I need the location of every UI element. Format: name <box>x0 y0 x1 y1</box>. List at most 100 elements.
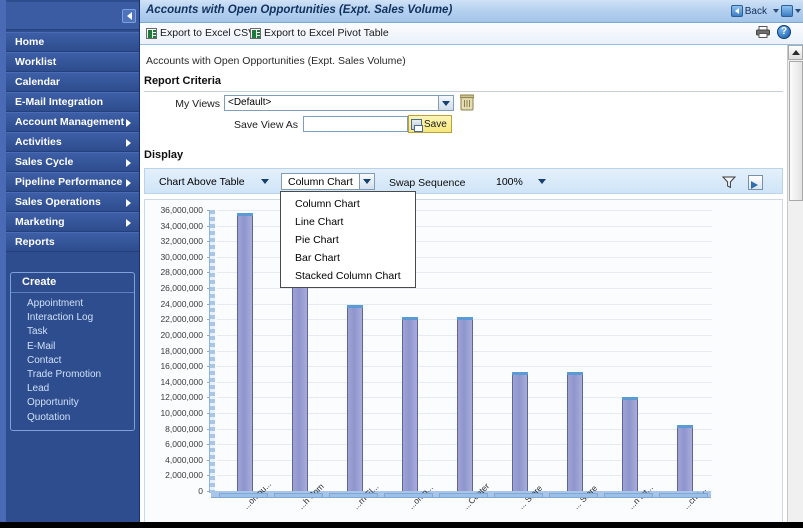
scrollbar-thumb[interactable] <box>789 61 803 201</box>
title-bar: Accounts with Open Opportunities (Expt. … <box>140 0 803 23</box>
chart-layout-value: Chart Above Table <box>159 175 245 188</box>
menu-item-bar-chart[interactable]: Bar Chart <box>281 249 415 267</box>
content-area: Accounts with Open Opportunities (Expt. … <box>140 0 803 528</box>
my-views-label: My Views <box>175 98 220 110</box>
y-axis-tick-label: 8,000,000 <box>165 423 203 434</box>
save-button[interactable]: Save <box>408 115 452 133</box>
help-icon[interactable]: ? <box>777 25 791 39</box>
back-button[interactable]: Back <box>727 3 771 20</box>
create-panel: Create Appointment Interaction Log Task E-M… <box>10 272 135 431</box>
sidebar-item-calendar[interactable]: Calendar <box>6 72 139 92</box>
nav-list: Home Worklist Calendar E-Mail Integration Ac… <box>0 32 139 252</box>
chart-bar[interactable] <box>621 396 638 491</box>
create-link-quotation[interactable]: Quotation <box>11 411 134 425</box>
image-export-icon[interactable] <box>748 175 763 190</box>
sidebar-item-worklist[interactable]: Worklist <box>6 52 139 72</box>
chevron-down-icon[interactable] <box>257 174 273 189</box>
chart-bar-cap <box>346 304 363 308</box>
chart-bar-cap <box>401 317 418 321</box>
back-history-dropdown-icon[interactable] <box>773 9 779 13</box>
window-menu-icon[interactable] <box>781 5 793 17</box>
create-link-contact[interactable]: Contact <box>11 354 134 368</box>
create-link-trade-promotion[interactable]: Trade Promotion <box>11 368 134 382</box>
x-axis-category-band <box>384 493 433 498</box>
swap-sequence-button[interactable]: Swap Sequence <box>389 177 465 189</box>
chart-bar[interactable] <box>566 371 583 491</box>
sidebar-item-account-management[interactable]: Account Management <box>6 112 139 132</box>
chart-bar[interactable] <box>456 317 473 491</box>
create-links: Appointment Interaction Log Task E-Mail Cont… <box>11 293 134 425</box>
y-axis-tick-label: 22,000,000 <box>160 314 203 325</box>
chart-bar-cap <box>621 396 638 400</box>
y-axis-tick-label: 20,000,000 <box>160 329 203 340</box>
chart-bar[interactable] <box>236 212 253 491</box>
save-button-label: Save <box>424 118 447 130</box>
excel-icon <box>250 27 261 39</box>
menu-item-column-chart[interactable]: Column Chart <box>281 195 415 213</box>
sidebar-item-marketing[interactable]: Marketing <box>6 212 139 232</box>
chevron-right-icon <box>126 219 131 227</box>
sidebar-item-pipeline-performance[interactable]: Pipeline Performance <box>6 172 139 192</box>
sidebar-header <box>6 2 139 30</box>
window-menu-dropdown-icon[interactable] <box>795 9 801 13</box>
trash-icon[interactable] <box>460 94 474 111</box>
chart-bar[interactable] <box>346 304 363 491</box>
scroll-up-icon[interactable] <box>788 45 803 60</box>
x-axis-category-band <box>219 493 268 498</box>
y-axis-tick-label: 6,000,000 <box>165 439 203 450</box>
chart-bar[interactable] <box>511 371 528 491</box>
chart-bar-cap <box>566 371 583 375</box>
sidebar-item-label: Sales Cycle <box>15 156 74 168</box>
create-link-appointment[interactable]: Appointment <box>11 297 134 311</box>
chart-bar[interactable] <box>291 273 308 491</box>
chevron-right-icon <box>126 119 131 127</box>
window-bottom-edge <box>0 522 803 528</box>
chevron-down-icon[interactable] <box>358 174 374 189</box>
create-link-lead[interactable]: Lead <box>11 382 134 396</box>
y-axis-tick-label: 28,000,000 <box>160 267 203 278</box>
chevron-down-icon[interactable] <box>438 96 453 110</box>
funnel-icon[interactable] <box>722 175 736 189</box>
chart-type-value: Column Chart <box>288 175 353 188</box>
sidebar-item-label: Reports <box>15 236 55 248</box>
export-to-excel-csv-button[interactable]: Export to Excel CSV <box>146 27 255 39</box>
sidebar-item-sales-operations[interactable]: Sales Operations <box>6 192 139 212</box>
sidebar-item-home[interactable]: Home <box>6 32 139 52</box>
window-controls: Back <box>727 2 801 20</box>
printer-icon[interactable] <box>756 26 770 38</box>
vertical-scrollbar[interactable] <box>787 45 803 528</box>
create-link-interaction-log[interactable]: Interaction Log <box>11 311 134 325</box>
save-view-as-input[interactable] <box>303 116 408 132</box>
export-to-excel-pivot-button[interactable]: Export to Excel Pivot Table <box>250 27 389 39</box>
disk-icon <box>411 118 423 132</box>
chart-layout-select[interactable]: Chart Above Table <box>153 173 273 190</box>
create-link-e-mail[interactable]: E-Mail <box>11 340 134 354</box>
my-views-select[interactable]: <Default> <box>224 95 454 111</box>
menu-item-line-chart[interactable]: Line Chart <box>281 213 415 231</box>
sidebar-item-reports[interactable]: Reports <box>6 232 139 252</box>
y-axis-tick-label: 24,000,000 <box>160 298 203 309</box>
my-views-value: <Default> <box>228 97 272 108</box>
chart-bar-cap <box>236 212 253 216</box>
y-axis-tick-label: 36,000,000 <box>160 205 203 215</box>
chevron-down-icon[interactable] <box>534 174 550 189</box>
x-axis-category-band <box>494 493 543 498</box>
chart-bar[interactable] <box>676 425 693 491</box>
menu-item-pie-chart[interactable]: Pie Chart <box>281 231 415 249</box>
create-link-opportunity[interactable]: Opportunity <box>11 396 134 410</box>
sidebar-item-label: Marketing <box>15 216 65 228</box>
create-link-task[interactable]: Task <box>11 325 134 339</box>
sidebar-item-sales-cycle[interactable]: Sales Cycle <box>6 152 139 172</box>
excel-icon <box>146 27 157 39</box>
menu-item-stacked-column-chart[interactable]: Stacked Column Chart <box>281 267 415 285</box>
sidebar-item-label: Account Management <box>15 116 125 128</box>
zoom-level-select[interactable]: 100% <box>490 173 550 190</box>
sidebar-item-activities[interactable]: Activities <box>6 132 139 152</box>
collapse-left-icon[interactable] <box>122 9 136 23</box>
sidebar-item-e-mail-integration[interactable]: E-Mail Integration <box>6 92 139 112</box>
chart-type-select[interactable]: Column Chart <box>281 173 375 190</box>
criteria-divider <box>144 91 783 92</box>
y-axis-tick-label: 0 <box>198 486 203 496</box>
chart-bar[interactable] <box>401 317 418 491</box>
back-button-label: Back <box>744 5 767 17</box>
